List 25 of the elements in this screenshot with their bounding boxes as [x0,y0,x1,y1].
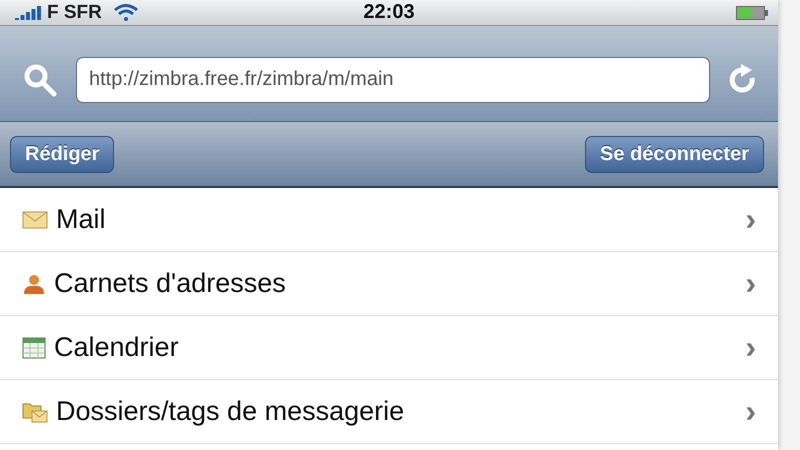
menu-label: Calendrier [54,332,180,363]
url-field[interactable]: http://zimbra.free.fr/zimbra/m/main [76,56,710,102]
chevron-icon: › [745,393,756,430]
battery-icon [736,6,768,20]
menu-item[interactable]: Carnets d'adresses › [0,252,778,316]
chevron-icon: › [745,329,756,366]
compose-button[interactable]: Rédiger [10,136,114,172]
logout-button[interactable]: Se déconnecter [585,136,764,172]
chevron-icon: › [745,265,756,302]
signal-icon [15,6,43,20]
chevron-icon: › [745,201,756,238]
calendar-icon [22,336,46,358]
menu-item[interactable]: Mail › [0,188,778,252]
carrier-name: F SFR [47,2,102,24]
menu-item[interactable]: Dossiers/tags de messagerie › [0,380,778,444]
wifi-icon [112,2,140,22]
person-icon [22,272,46,294]
menu-item[interactable]: Calendrier › [0,316,778,380]
clock-time: 22:03 [363,1,415,24]
menu-label: Mail [56,204,107,235]
folder-icon [22,400,48,422]
menu-label: Dossiers/tags de messagerie [56,396,406,427]
search-icon[interactable] [22,62,58,98]
menu-label: Carnets d'adresses [54,268,287,299]
envelope-icon [22,210,48,228]
